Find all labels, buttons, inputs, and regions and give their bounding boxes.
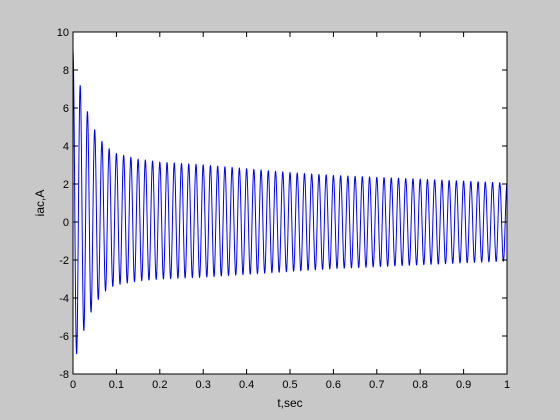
x-tick-label: 0.2 [152, 379, 167, 391]
x-tick-label: 0.3 [196, 379, 211, 391]
x-tick-label: 0.5 [282, 379, 297, 391]
x-tick-label: 0.4 [239, 379, 254, 391]
y-tick-label: -6 [59, 331, 69, 343]
x-axis-label: t,sec [277, 396, 302, 410]
y-tick-label: 10 [57, 27, 69, 39]
y-tick-label: 4 [63, 141, 69, 153]
y-tick-label: 2 [63, 179, 69, 191]
x-tick-label: 0.7 [369, 379, 384, 391]
y-tick-label: 6 [63, 103, 69, 115]
x-tick-label: 0.9 [456, 379, 471, 391]
x-tick-label: 0 [70, 379, 76, 391]
y-tick-label: -2 [59, 255, 69, 267]
y-tick-label: -4 [59, 293, 69, 305]
y-axis-label: iac,A [33, 190, 47, 217]
x-tick-label: 0.1 [109, 379, 124, 391]
y-tick-label: 0 [63, 217, 69, 229]
y-tick-label: -8 [59, 369, 69, 381]
x-tick-label: 0.8 [413, 379, 428, 391]
chart-figure: 0 0.1 0.2 0.3 0.4 0.5 0.6 0.7 0.8 0.9 1 -8 -6 -4 -2 0 2… [33, 27, 510, 410]
y-tick-label: 8 [63, 65, 69, 77]
x-tick-label: 1 [504, 379, 510, 391]
plot-area [73, 32, 507, 374]
x-tick-label: 0.6 [326, 379, 341, 391]
